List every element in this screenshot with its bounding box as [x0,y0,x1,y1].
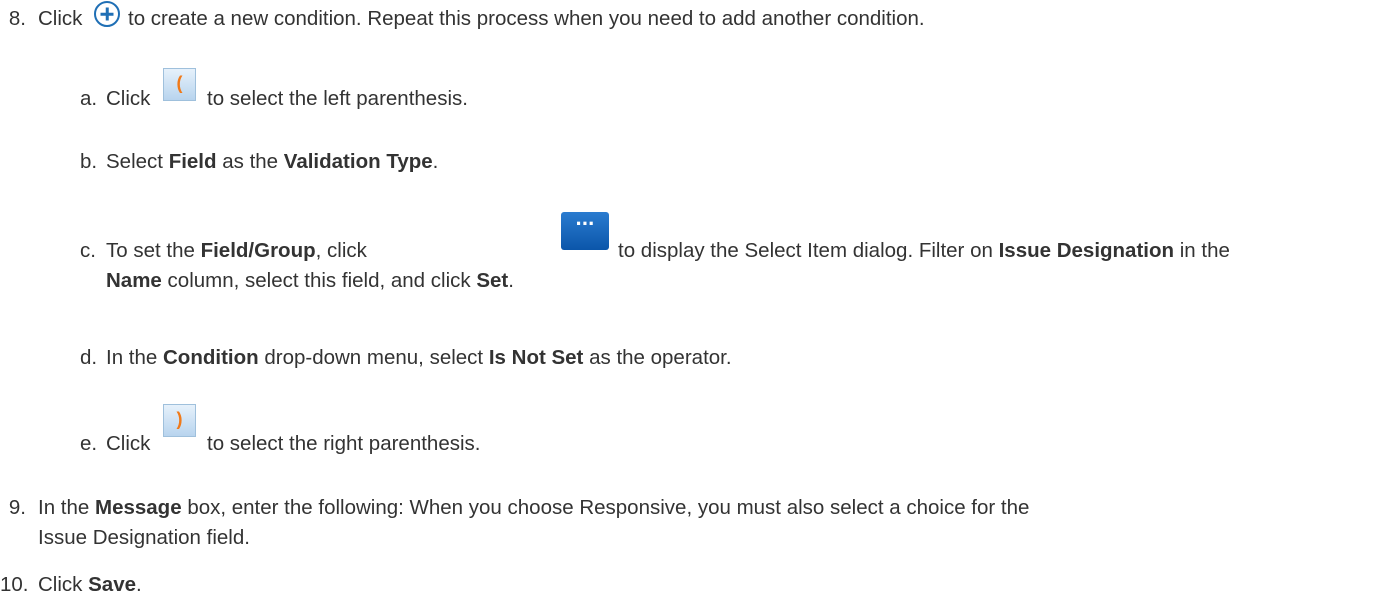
step-8b-letter: b. [80,150,98,173]
step-9-text-line1: In the Message box, enter the following:… [38,496,1030,519]
condition-term: Condition [163,346,259,369]
step-10-text: Click Save. [38,573,142,596]
step-8e-rest: to select the right parenthesis. [207,432,481,455]
issue-designation-term: Issue Designation [998,239,1175,262]
save-term: Save [88,573,137,596]
step-8e-click-word: Click [106,432,151,455]
step-8e-letter: e. [80,432,98,455]
step-8-rest: to create a new condition. Repeat this p… [128,7,925,30]
step-9-number: 9. [8,496,26,519]
message-term: Message [95,496,182,519]
step-8-text: Click [38,7,82,31]
validation-type-term: Validation Type [283,150,433,173]
step-8-click-word: Click [38,7,83,30]
step-8c-text-after-icon: to display the Select Item dialog. Filte… [618,239,1230,262]
set-term: Set [476,269,509,292]
instruction-document: 8. Click to create a new condition. Repe… [0,0,1385,601]
step-8c-text-before-icon: To set the Field/Group, click [106,239,367,262]
step-10-number: 10. [0,573,29,596]
step-8b-text: Select Field as the Validation Type. [106,150,439,173]
step-9-text-line2: Issue Designation field. [38,526,250,549]
step-8a-click-word: Click [106,87,151,110]
step-8c-letter: c. [80,239,96,262]
field-group-term: Field/Group [200,239,316,262]
step-8-number: 8. [8,7,26,30]
step-8a-rest: to select the left parenthesis. [207,87,468,110]
ellipsis-button-icon: ··· [561,212,609,250]
step-8a-letter: a. [80,87,98,110]
step-8d-text: In the Condition drop-down menu, select … [106,346,732,369]
left-parenthesis-icon: ( [163,68,196,101]
step-8c-text-line2: Name column, select this field, and clic… [106,269,514,292]
add-condition-plus-icon [94,1,120,27]
name-term: Name [106,269,162,292]
field-term: Field [168,150,217,173]
step-8d-letter: d. [80,346,98,369]
is-not-set-term: Is Not Set [488,346,584,369]
right-parenthesis-icon: ) [163,404,196,437]
